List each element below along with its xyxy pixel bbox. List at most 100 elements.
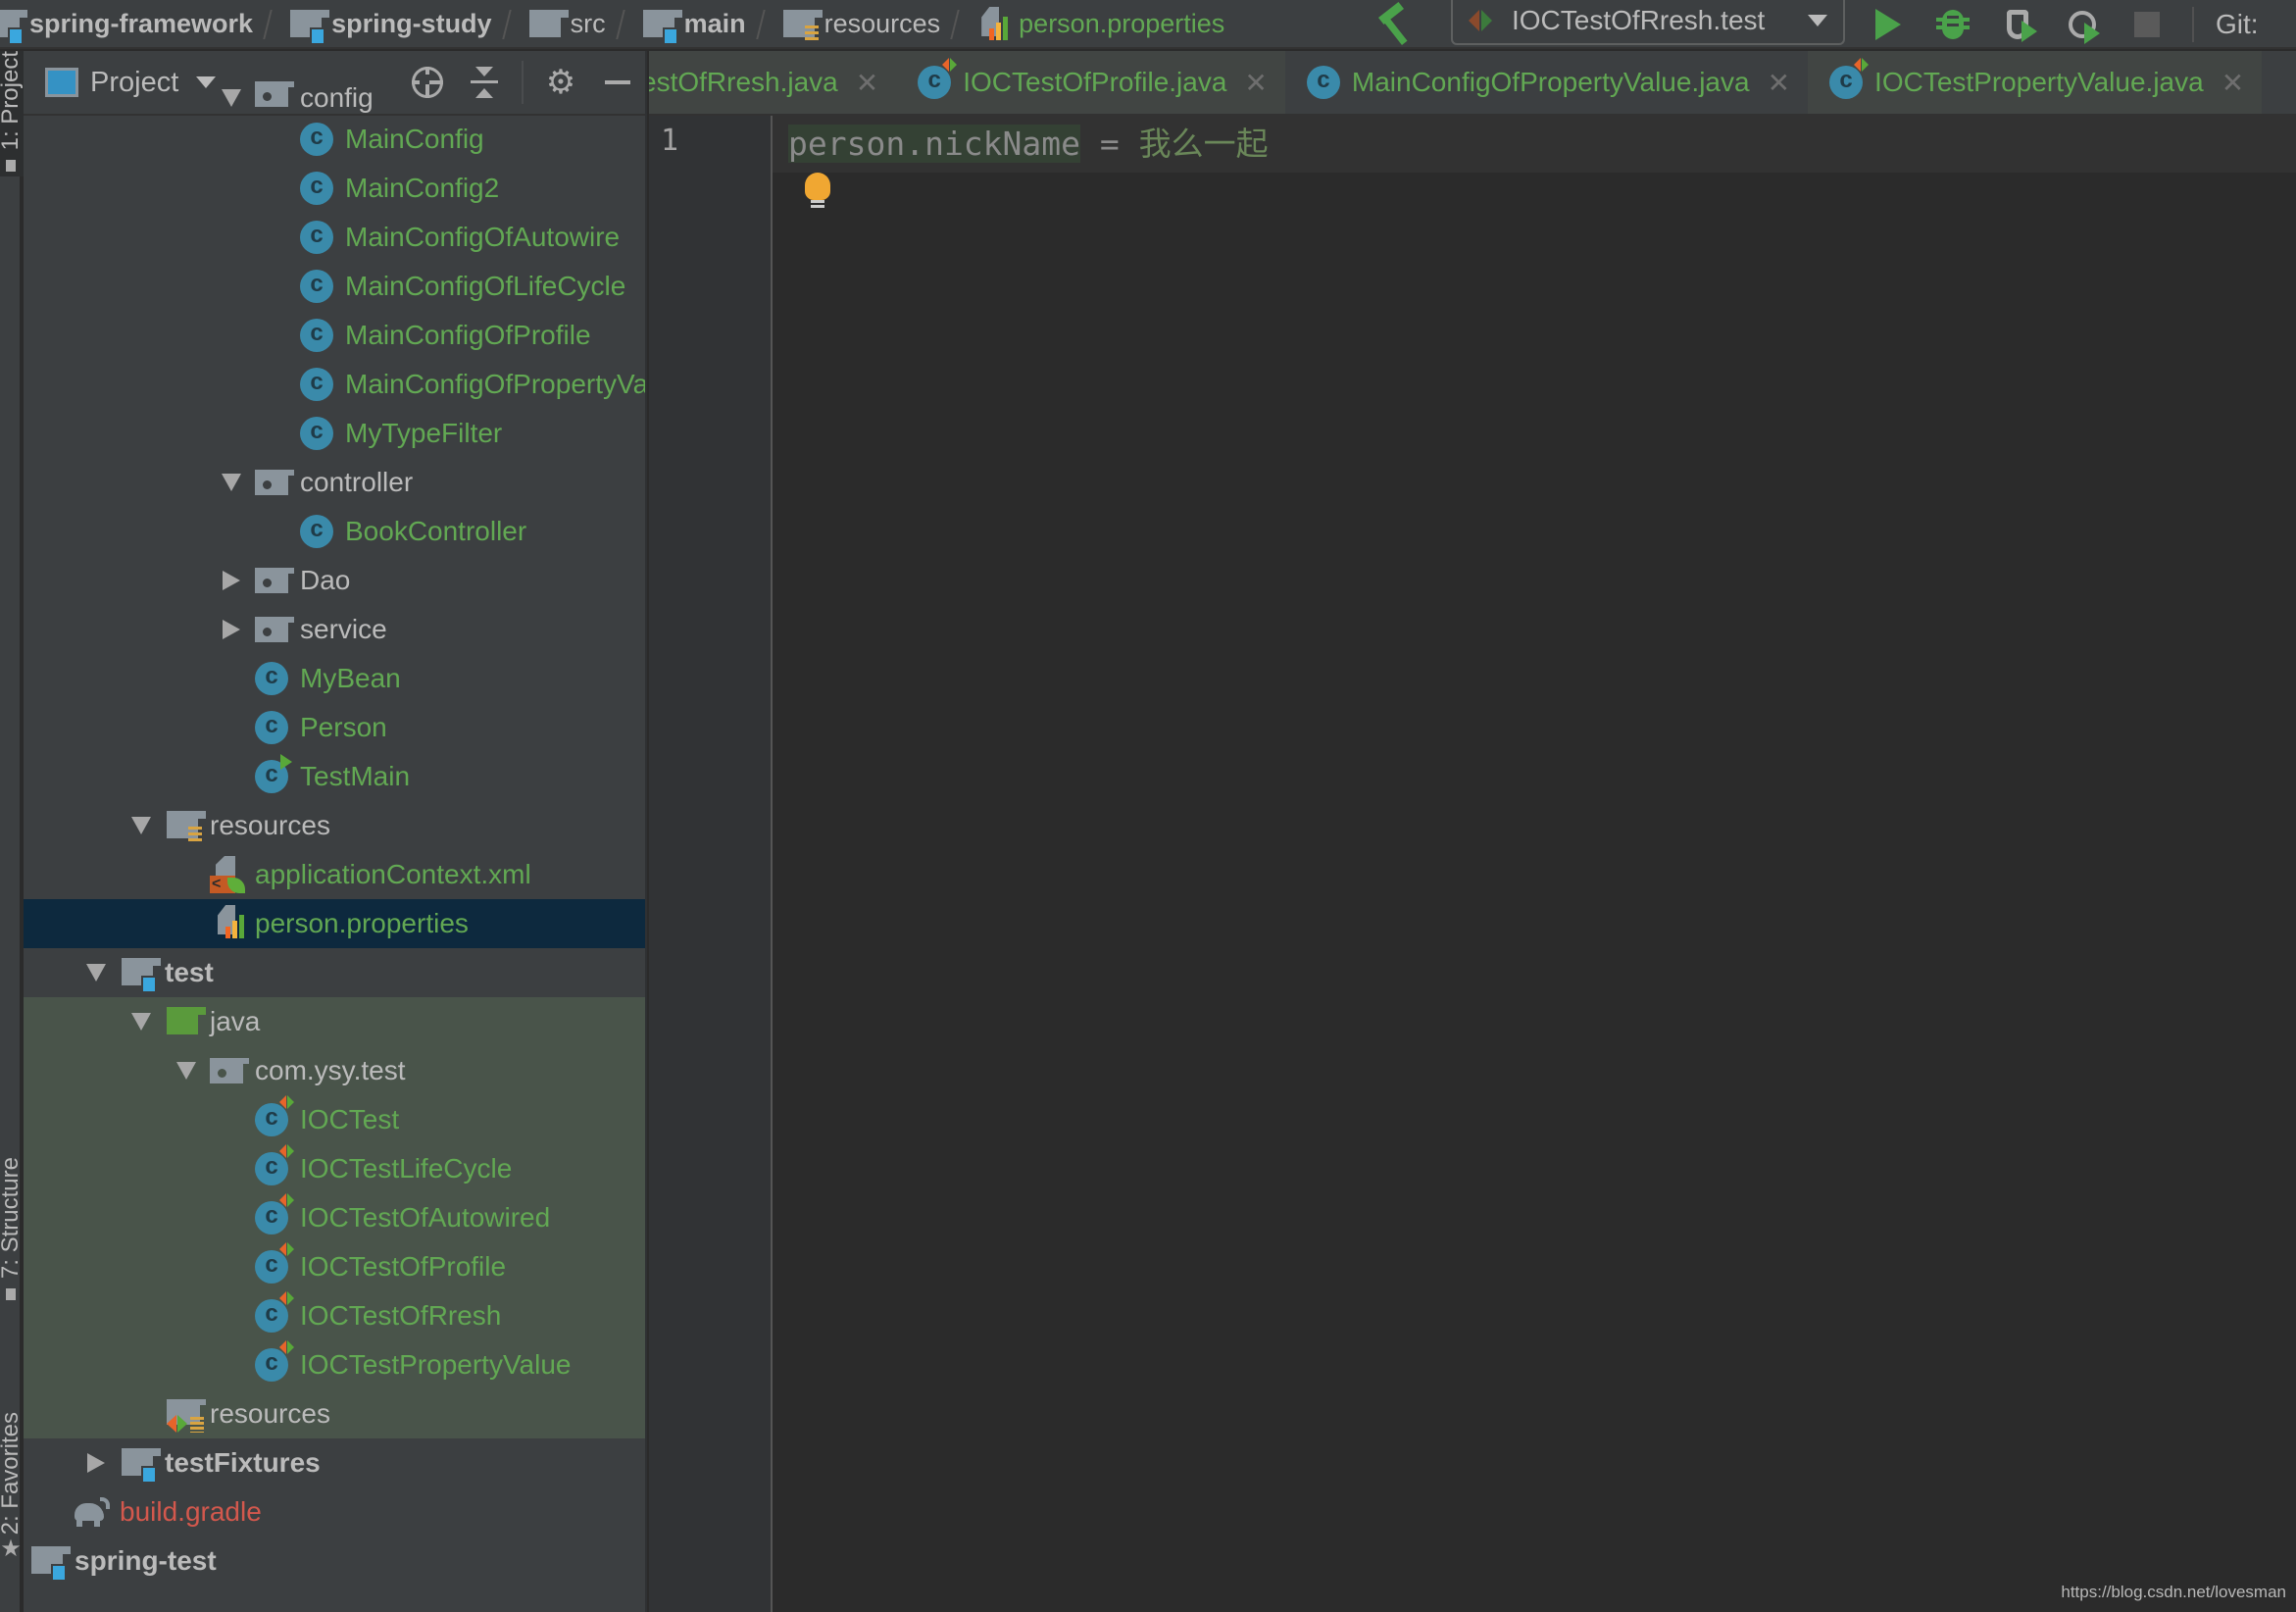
coverage-icon xyxy=(2007,10,2037,42)
spring-xml-icon: < xyxy=(210,856,245,893)
tree-item-ioctestlifecycle[interactable]: IOCTestLifeCycle xyxy=(24,1144,645,1193)
run-button[interactable] xyxy=(1867,3,1910,46)
breadcrumb-spring-framework[interactable]: spring-framework xyxy=(0,0,253,48)
breadcrumb-separator xyxy=(950,4,968,43)
folder-icon xyxy=(528,10,569,37)
collapsed-arrow-icon[interactable] xyxy=(84,1451,108,1475)
bug-icon xyxy=(1936,10,1970,39)
properties-file-icon xyxy=(214,905,245,938)
test-class-icon xyxy=(255,1242,294,1284)
lightbulb-icon[interactable] xyxy=(804,173,831,212)
gradle-elephant-icon xyxy=(75,1497,112,1527)
expand-arrow-icon[interactable] xyxy=(220,86,243,110)
tree-item-spring-test[interactable]: spring-test xyxy=(24,1536,645,1586)
debug-button[interactable] xyxy=(1931,3,1974,46)
resources-folder-icon xyxy=(782,10,823,43)
structure-icon xyxy=(6,1288,16,1301)
tree-item-mainconfigoflifecycle[interactable]: MainConfigOfLifeCycle xyxy=(24,262,645,311)
breadcrumb-spring-study[interactable]: spring-study xyxy=(290,0,492,48)
tree-item-ioctestpropertyvalue[interactable]: IOCTestPropertyValue xyxy=(24,1340,645,1389)
tree-item-mainconfig2[interactable]: MainConfig2 xyxy=(24,164,645,213)
tree-item-person-properties[interactable]: person.properties xyxy=(24,899,645,948)
class-icon xyxy=(300,417,333,450)
junit-icon xyxy=(1469,8,1494,33)
expand-arrow-icon[interactable] xyxy=(84,961,108,984)
test-class-icon xyxy=(255,1291,294,1333)
tree-item-resources[interactable]: resources xyxy=(24,801,645,850)
git-label: Git: xyxy=(2216,9,2259,39)
tool-tab-structure[interactable]: 7: Structure xyxy=(0,1157,24,1353)
editor-gutter: 1 xyxy=(649,116,773,1612)
close-icon[interactable]: ✕ xyxy=(1768,67,1790,99)
tree-item-ioctestofautowired[interactable]: IOCTestOfAutowired xyxy=(24,1193,645,1242)
collapsed-arrow-icon[interactable] xyxy=(220,618,243,641)
tree-item-mybean[interactable]: MyBean xyxy=(24,654,645,703)
tree-item-config[interactable]: config xyxy=(24,81,645,115)
package-icon xyxy=(210,1058,249,1083)
tree-item-dao[interactable]: Dao xyxy=(24,556,645,605)
tree-item-test-resources[interactable]: resources xyxy=(24,1389,645,1438)
tree-item-test[interactable]: test xyxy=(24,948,645,997)
tool-tab-project[interactable]: 1: Project xyxy=(0,51,24,176)
class-icon xyxy=(300,172,333,205)
tree-item-bookcontroller[interactable]: BookController xyxy=(24,507,645,556)
test-resources-folder-icon xyxy=(167,1399,206,1433)
expand-arrow-icon[interactable] xyxy=(129,1010,153,1033)
breadcrumb-resources[interactable]: resources xyxy=(782,0,940,48)
run-configuration-selector[interactable]: IOCTestOfRresh.test xyxy=(1451,0,1845,45)
tree-item-mytypefilter[interactable]: MyTypeFilter xyxy=(24,409,645,458)
stop-icon xyxy=(2134,12,2160,37)
collapsed-arrow-icon[interactable] xyxy=(220,569,243,592)
code-line-1[interactable]: person.nickName = 我么一起 xyxy=(788,122,1269,167)
tree-item-ioctest[interactable]: IOCTest xyxy=(24,1095,645,1144)
tree-item-ioctestofprofile[interactable]: IOCTestOfProfile xyxy=(24,1242,645,1291)
code-editor[interactable]: 1 person.nickName = 我么一起 https://blog.cs… xyxy=(649,116,2296,1612)
properties-file-icon xyxy=(977,7,1009,40)
tab-mainconfigofpropertyvalue-java[interactable]: MainConfigOfPropertyValue.java ✕ xyxy=(1285,51,1808,114)
expand-arrow-icon[interactable] xyxy=(129,814,153,837)
class-icon xyxy=(300,270,333,303)
stop-button[interactable] xyxy=(2125,3,2169,46)
breadcrumb-main[interactable]: main xyxy=(642,0,746,48)
expand-arrow-icon[interactable] xyxy=(220,471,243,494)
close-icon[interactable]: ✕ xyxy=(1244,67,1267,99)
test-class-icon xyxy=(1829,58,1870,99)
expand-arrow-icon[interactable] xyxy=(175,1059,198,1083)
tree-item-person[interactable]: Person xyxy=(24,703,645,752)
watermark: https://blog.csdn.net/lovesman xyxy=(2061,1583,2286,1601)
class-icon xyxy=(300,319,333,352)
play-icon xyxy=(1875,9,1901,40)
tree-item-mainconfigofautowire[interactable]: MainConfigOfAutowire xyxy=(24,213,645,262)
tree-item-java[interactable]: java xyxy=(24,997,645,1046)
class-icon xyxy=(300,368,333,401)
package-icon xyxy=(255,617,294,642)
tree-item-build-gradle[interactable]: build.gradle xyxy=(24,1487,645,1536)
module-folder-icon xyxy=(290,10,330,43)
editor-tab-bar: estOfRresh.java ✕ IOCTestOfProfile.java … xyxy=(649,51,2296,116)
breadcrumb-src[interactable]: src xyxy=(528,0,606,48)
tree-item-testmain[interactable]: TestMain xyxy=(24,752,645,801)
property-separator: = xyxy=(1080,125,1139,163)
tool-tab-favorites[interactable]: 2: Favorites ★ xyxy=(0,1412,24,1612)
build-hammer-icon[interactable] xyxy=(1373,1,1416,45)
test-class-icon xyxy=(255,1144,294,1185)
tree-item-com-ysy-test[interactable]: com.ysy.test xyxy=(24,1046,645,1095)
tab-ioctestofprofile-java[interactable]: IOCTestOfProfile.java ✕ xyxy=(896,51,1285,114)
tree-item-mainconfigofprofile[interactable]: MainConfigOfProfile xyxy=(24,311,645,360)
tree-item-applicationcontext-xml[interactable]: < applicationContext.xml xyxy=(24,850,645,899)
run-with-coverage-button[interactable] xyxy=(1996,3,2039,46)
tree-item-ioctestofrresh[interactable]: IOCTestOfRresh xyxy=(24,1291,645,1340)
close-icon[interactable]: ✕ xyxy=(2221,67,2244,99)
tab-ioctestofrresh-java[interactable]: estOfRresh.java ✕ xyxy=(649,51,897,114)
breadcrumb-person-properties[interactable]: person.properties xyxy=(977,0,1224,48)
module-folder-icon xyxy=(122,958,161,991)
tab-ioctestpropertyvalue-java[interactable]: IOCTestPropertyValue.java ✕ xyxy=(1808,51,2263,114)
close-icon[interactable]: ✕ xyxy=(856,67,878,99)
tree-item-mainconfigofpropertyvalue[interactable]: MainConfigOfPropertyValue xyxy=(24,360,645,409)
tree-item-service[interactable]: service xyxy=(24,605,645,654)
tree-item-controller[interactable]: controller xyxy=(24,458,645,507)
tree-item-testfixtures[interactable]: testFixtures xyxy=(24,1438,645,1487)
project-tree: config MainConfig MainConfig2 MainConfig… xyxy=(24,51,645,1586)
tree-item-mainconfig[interactable]: MainConfig xyxy=(24,115,645,164)
profile-button[interactable] xyxy=(2061,3,2104,46)
